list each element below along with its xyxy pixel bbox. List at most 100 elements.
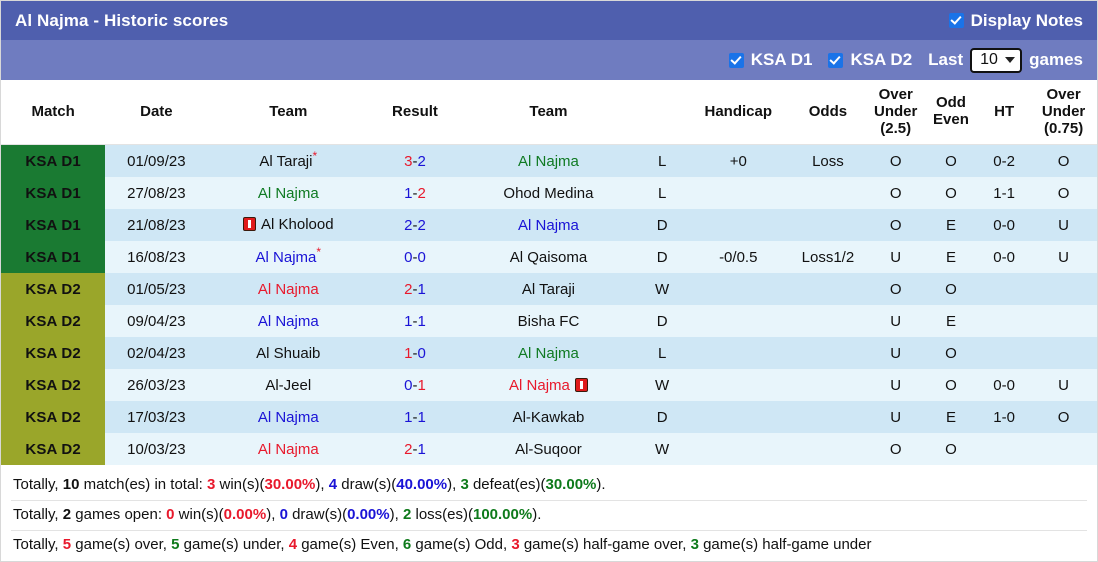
s1-t7: defeat(es)( — [468, 476, 546, 494]
col-date[interactable]: Date — [105, 80, 208, 146]
result-wdl: D — [636, 209, 689, 242]
s3-halfgame-under-count: 3 — [690, 535, 699, 553]
col-team-home[interactable]: Team — [207, 80, 370, 146]
filter-ksa-d1[interactable]: KSA D1 — [728, 50, 813, 70]
home-team[interactable]: Al Najma* — [207, 241, 370, 274]
away-team[interactable]: Al Najma — [460, 369, 637, 402]
s3-odd-count: 6 — [402, 535, 412, 553]
s2-t5: draw(s)( — [287, 506, 348, 524]
s2-t7: loss(es)( — [411, 506, 473, 524]
home-team[interactable]: Al Najma — [207, 433, 370, 466]
col-handicap[interactable]: Handicap — [688, 80, 789, 146]
match-date: 09/04/23 — [105, 305, 208, 338]
table-row[interactable]: KSA D1 16/08/23 Al Najma* 0-0 Al Qaisoma D -0/… — [1, 241, 1097, 274]
s2-draw-count: 0 — [279, 506, 288, 524]
league-badge[interactable]: KSA D2 — [1, 401, 106, 434]
away-team[interactable]: Al Najma — [460, 209, 637, 242]
table-body: KSA D1 01/09/23 Al Taraji* 3-2 Al Najma L +0 Lo… — [1, 144, 1097, 466]
col-over-under-075[interactable]: Over Under (0.75) — [1030, 80, 1097, 146]
home-team[interactable]: Al Najma — [207, 273, 370, 306]
away-team[interactable]: Al Najma — [460, 337, 637, 370]
league-badge[interactable]: KSA D1 — [1, 144, 106, 178]
odds-value — [788, 177, 868, 210]
home-team[interactable]: Al Shuaib — [207, 337, 370, 370]
col-oe-line1: Odd — [935, 94, 966, 112]
league-badge[interactable]: KSA D1 — [1, 177, 106, 210]
table-row[interactable]: KSA D2 09/04/23 Al Najma 1-1 Bisha FC D U E — [1, 305, 1097, 338]
home-team[interactable]: Al Kholood — [207, 209, 370, 242]
league-badge[interactable]: KSA D2 — [1, 433, 106, 466]
odd-even-value: E — [923, 401, 979, 434]
handicap-value — [688, 401, 789, 434]
over-under-075-value: U — [1030, 241, 1097, 274]
ksa-d1-checkbox[interactable] — [728, 52, 744, 68]
games-count-select[interactable]: 10 — [970, 47, 1023, 73]
home-team[interactable]: Al Najma — [207, 305, 370, 338]
home-team[interactable]: Al Najma — [207, 401, 370, 434]
score-away: 2 — [417, 152, 426, 170]
table-row[interactable]: KSA D2 26/03/23 Al-Jeel 0-1 Al Najma W U O 0-0 U — [1, 369, 1097, 402]
table-row[interactable]: KSA D2 17/03/23 Al Najma 1-1 Al-Kawkab D U E 1-0… — [1, 401, 1097, 434]
s3-t7: game(s) half-game under — [698, 535, 872, 553]
away-team[interactable]: Al-Kawkab — [460, 401, 637, 434]
col-ou25-line1: Over — [878, 86, 913, 103]
home-team[interactable]: Al-Jeel — [207, 369, 370, 402]
odd-even-value: O — [923, 144, 979, 178]
odd-even-value: O — [923, 337, 979, 370]
match-date: 01/09/23 — [105, 144, 208, 178]
score-away: 0 — [417, 344, 426, 362]
result-wdl: W — [636, 273, 689, 306]
col-over-under-25[interactable]: Over Under (2.5) — [867, 80, 924, 146]
away-team[interactable]: Al Taraji — [460, 273, 637, 306]
result-wdl: L — [636, 144, 689, 178]
league-badge[interactable]: KSA D2 — [1, 273, 106, 306]
result-wdl: L — [636, 337, 689, 370]
s3-even-count: 4 — [288, 535, 298, 553]
league-badge[interactable]: KSA D1 — [1, 241, 106, 274]
s3-t3: game(s) under, — [179, 535, 289, 553]
display-notes-checkbox[interactable] — [948, 13, 964, 28]
table-row[interactable]: KSA D1 27/08/23 Al Najma 1-2 Ohod Medina L O O 1… — [1, 177, 1097, 210]
league-badge[interactable]: KSA D2 — [1, 369, 106, 402]
home-team-name: Al Najma — [257, 280, 319, 298]
over-under-25-value: U — [867, 241, 924, 274]
red-card-icon — [243, 217, 256, 232]
col-match[interactable]: Match — [1, 80, 106, 146]
away-team[interactable]: Al Qaisoma — [460, 241, 637, 274]
halftime-score — [978, 337, 1031, 370]
league-badge[interactable]: KSA D2 — [1, 305, 106, 338]
s2-t3: win(s)( — [174, 506, 224, 524]
filter-ksa-d2[interactable]: KSA D2 — [828, 50, 912, 70]
ksa-d1-label: KSA D1 — [750, 50, 813, 69]
col-odds[interactable]: Odds — [788, 80, 868, 146]
over-under-075-value — [1030, 273, 1097, 306]
table-row[interactable]: KSA D1 01/09/23 Al Taraji* 3-2 Al Najma L +0 Lo… — [1, 144, 1097, 178]
away-team[interactable]: Bisha FC — [460, 305, 637, 338]
halftime-score: 1-0 — [978, 401, 1031, 434]
away-team[interactable]: Ohod Medina — [460, 177, 637, 210]
away-team[interactable]: Al-Suqoor — [460, 433, 637, 466]
home-team[interactable]: Al Taraji* — [207, 144, 370, 178]
match-date: 16/08/23 — [105, 241, 208, 274]
over-under-075-value — [1030, 305, 1097, 338]
away-team[interactable]: Al Najma — [460, 144, 637, 178]
league-badge[interactable]: KSA D1 — [1, 209, 106, 242]
ksa-d2-checkbox[interactable] — [828, 52, 844, 68]
handicap-value — [688, 369, 789, 402]
score-away: 1 — [417, 440, 426, 458]
table-row[interactable]: KSA D2 02/04/23 Al Shuaib 1-0 Al Najma L U O — [1, 337, 1097, 370]
col-result[interactable]: Result — [369, 80, 461, 146]
league-badge[interactable]: KSA D2 — [1, 337, 106, 370]
col-team-away[interactable]: Team — [460, 80, 637, 146]
table-row[interactable]: KSA D2 10/03/23 Al Najma 2-1 Al-Suqoor W O O — [1, 433, 1097, 466]
table-row[interactable]: KSA D2 01/05/23 Al Najma 2-1 Al Taraji W O O — [1, 273, 1097, 306]
odds-value — [788, 369, 868, 402]
table-row[interactable]: KSA D1 21/08/23 Al Kholood 2-2 Al Najma D O E 0-… — [1, 209, 1097, 242]
col-odd-even[interactable]: Odd Even — [923, 80, 979, 146]
col-ht[interactable]: HT — [978, 80, 1031, 146]
odds-value: Loss — [788, 144, 868, 178]
result-wdl: W — [636, 433, 689, 466]
home-team[interactable]: Al Najma — [207, 177, 370, 210]
halftime-score — [978, 273, 1031, 306]
over-under-25-value: U — [867, 369, 924, 402]
